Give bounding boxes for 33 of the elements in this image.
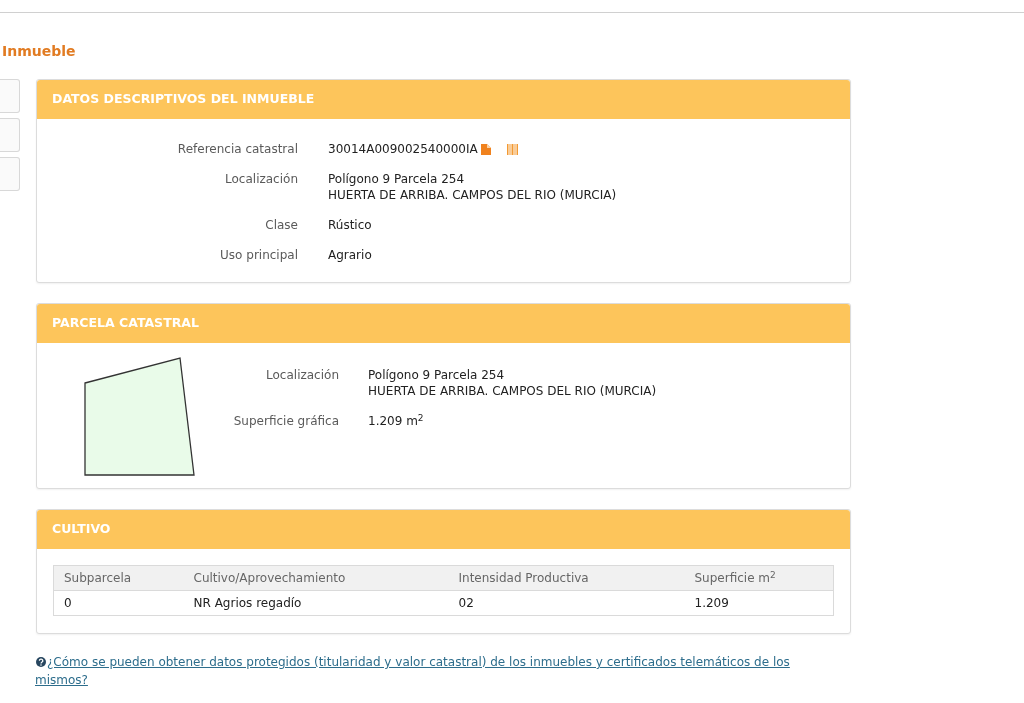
field-label: Clase	[264, 217, 298, 233]
field-label: Referencia catastral	[176, 141, 298, 157]
field-label: Localización	[265, 367, 339, 384]
field-value: Rústico	[328, 217, 372, 233]
side-tab[interactable]	[0, 157, 20, 191]
field-value: HUERTA DE ARRIBA. CAMPOS DEL RIO (MURCIA)	[328, 187, 617, 203]
side-tab[interactable]	[0, 79, 20, 113]
help-icon	[36, 657, 46, 667]
table-cell: 0	[53, 590, 184, 616]
table-cell: 02	[448, 590, 685, 616]
table-header-cell: Superficie m$^{2}$	[684, 565, 834, 591]
table-cell: NR Agrios regadío	[183, 590, 449, 616]
field-value: Agrario	[328, 247, 372, 263]
table-header-cell: Intensidad Productiva	[448, 565, 685, 591]
field-label: Uso principal	[219, 247, 298, 263]
document-icon	[480, 143, 491, 155]
help-link[interactable]: ¿Cómo se pueden obtener datos protegidos (titularidad y valor catastral) de los inmuebles y certificados telemáticos de los mismos?	[35, 653, 820, 689]
field-value: Polígono 9 Parcela 254	[328, 171, 465, 187]
table-cell: 1.209	[684, 590, 834, 616]
section-header: CULTIVO	[37, 510, 850, 549]
field-label: Localización	[224, 171, 298, 188]
barcode-icon	[506, 143, 518, 155]
field-value: 30014A009002540000IA	[328, 141, 478, 157]
table-header-cell: Cultivo/Aprovechamiento	[183, 565, 449, 591]
side-tab[interactable]	[0, 118, 20, 152]
page-title: Inmueble	[2, 42, 76, 60]
field-value: HUERTA DE ARRIBA. CAMPOS DEL RIO (MURCIA)	[368, 383, 657, 399]
section-header: PARCELA CATASTRAL	[37, 304, 850, 343]
field-value: Polígono 9 Parcela 254	[368, 367, 505, 383]
section-header: DATOS DESCRIPTIVOS DEL INMUEBLE	[37, 80, 850, 119]
table-header-cell: Subparcela	[53, 565, 184, 591]
field-label: Superficie gráfica	[232, 413, 339, 429]
field-value: 1.209 m$^{2}$	[368, 413, 424, 429]
